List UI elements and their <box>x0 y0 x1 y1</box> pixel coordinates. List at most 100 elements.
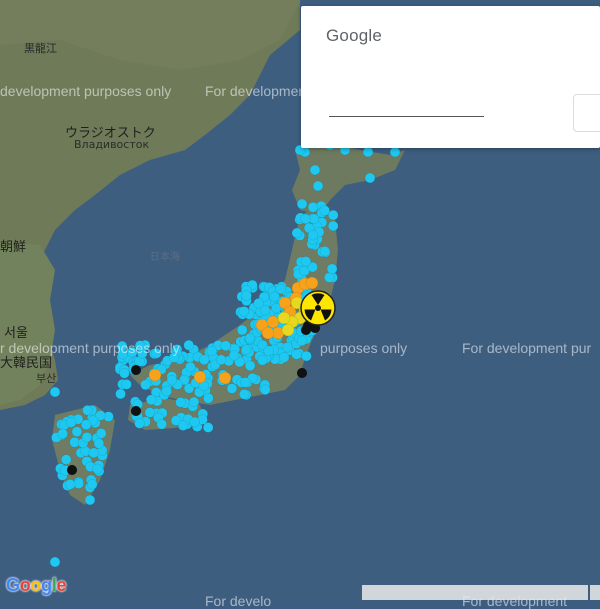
station-marker[interactable] <box>161 385 172 397</box>
station-marker[interactable] <box>57 428 68 440</box>
station-marker[interactable] <box>116 340 128 352</box>
station-marker[interactable] <box>362 146 374 158</box>
station-marker[interactable] <box>81 431 93 443</box>
station-marker[interactable] <box>168 352 180 363</box>
station-marker-offline[interactable] <box>130 364 142 376</box>
station-marker[interactable] <box>257 354 268 366</box>
station-marker[interactable] <box>175 397 186 408</box>
nuclear-plant-marker[interactable] <box>300 290 336 326</box>
station-marker[interactable] <box>64 479 76 490</box>
station-marker[interactable] <box>291 227 303 239</box>
station-marker[interactable] <box>226 383 238 394</box>
station-marker[interactable] <box>93 438 105 449</box>
station-marker[interactable] <box>151 348 162 359</box>
station-marker[interactable] <box>121 379 132 390</box>
logo-letter: o <box>19 575 31 595</box>
station-marker[interactable] <box>189 416 200 428</box>
station-marker[interactable] <box>71 426 83 437</box>
station-marker[interactable] <box>60 454 72 465</box>
station-marker[interactable] <box>84 494 96 506</box>
station-marker[interactable] <box>203 392 214 404</box>
station-marker[interactable] <box>228 350 240 361</box>
station-marker[interactable] <box>156 418 167 430</box>
station-marker[interactable] <box>145 394 157 405</box>
station-marker-offline[interactable] <box>296 367 308 379</box>
station-marker[interactable] <box>239 388 250 400</box>
station-marker[interactable] <box>134 418 145 429</box>
station-marker[interactable] <box>309 164 321 176</box>
station-marker[interactable] <box>259 384 271 395</box>
station-marker[interactable] <box>319 205 330 216</box>
station-marker[interactable] <box>307 229 319 241</box>
station-marker-elevated[interactable] <box>193 370 207 384</box>
station-marker[interactable] <box>92 463 103 475</box>
station-marker[interactable] <box>166 374 178 386</box>
station-marker[interactable] <box>307 201 319 213</box>
station-marker-elevated[interactable] <box>305 276 319 290</box>
station-marker-high[interactable] <box>281 323 295 337</box>
station-marker[interactable] <box>115 388 126 400</box>
station-marker[interactable] <box>300 213 311 225</box>
station-marker[interactable] <box>312 180 324 192</box>
station-marker[interactable] <box>296 198 308 210</box>
station-marker[interactable] <box>202 422 214 433</box>
station-marker[interactable] <box>291 349 302 360</box>
station-marker[interactable] <box>185 361 196 373</box>
station-marker-offline[interactable] <box>300 324 312 336</box>
map-attribution-bar <box>362 585 588 600</box>
map-terms-bar[interactable] <box>590 585 600 600</box>
station-marker[interactable] <box>236 324 248 336</box>
station-marker-elevated[interactable] <box>148 368 162 382</box>
station-marker[interactable] <box>80 419 92 430</box>
station-marker-high[interactable] <box>277 311 291 325</box>
station-marker[interactable] <box>140 379 151 391</box>
station-marker[interactable] <box>301 350 312 362</box>
station-marker[interactable] <box>49 556 61 568</box>
dialog-divider <box>329 116 484 117</box>
station-marker[interactable] <box>263 345 274 356</box>
station-marker[interactable] <box>65 417 77 428</box>
station-marker-elevated[interactable] <box>218 371 232 385</box>
dialog-button[interactable] <box>573 94 600 132</box>
station-marker-elevated[interactable] <box>261 326 275 340</box>
station-marker[interactable] <box>327 220 339 232</box>
station-marker[interactable] <box>244 332 256 344</box>
station-marker[interactable] <box>183 339 195 351</box>
logo-letter: G <box>6 575 20 595</box>
logo-letter: e <box>56 575 67 595</box>
station-marker[interactable] <box>144 407 156 418</box>
station-marker[interactable] <box>364 172 376 184</box>
google-logo[interactable]: Google <box>6 575 67 596</box>
station-marker[interactable] <box>238 306 250 317</box>
station-marker[interactable] <box>244 360 256 371</box>
station-marker[interactable] <box>240 344 252 355</box>
station-marker[interactable] <box>326 263 338 275</box>
station-marker[interactable] <box>188 396 200 408</box>
station-marker[interactable] <box>137 348 148 359</box>
google-error-dialog: Google <box>301 6 600 148</box>
station-marker[interactable] <box>300 256 312 267</box>
station-marker[interactable] <box>119 367 130 379</box>
station-marker[interactable] <box>206 345 217 357</box>
station-marker[interactable] <box>253 298 264 309</box>
station-marker[interactable] <box>241 290 252 301</box>
station-marker[interactable] <box>127 346 138 358</box>
station-marker[interactable] <box>88 447 99 459</box>
station-marker[interactable] <box>296 335 308 346</box>
station-marker[interactable] <box>86 479 98 490</box>
station-marker[interactable] <box>240 377 251 388</box>
station-marker-offline[interactable] <box>66 464 78 476</box>
station-marker[interactable] <box>220 340 231 351</box>
station-marker[interactable] <box>389 146 401 158</box>
station-marker[interactable] <box>177 420 189 431</box>
station-marker[interactable] <box>215 354 227 366</box>
station-marker[interactable] <box>319 245 331 257</box>
station-marker[interactable] <box>95 428 107 439</box>
dialog-title: Google <box>326 26 383 45</box>
station-marker-offline[interactable] <box>130 405 142 417</box>
station-marker[interactable] <box>82 405 93 416</box>
station-marker[interactable] <box>49 386 61 398</box>
station-marker[interactable] <box>278 352 290 363</box>
station-marker-elevated[interactable] <box>266 315 280 329</box>
station-marker[interactable] <box>198 354 210 366</box>
